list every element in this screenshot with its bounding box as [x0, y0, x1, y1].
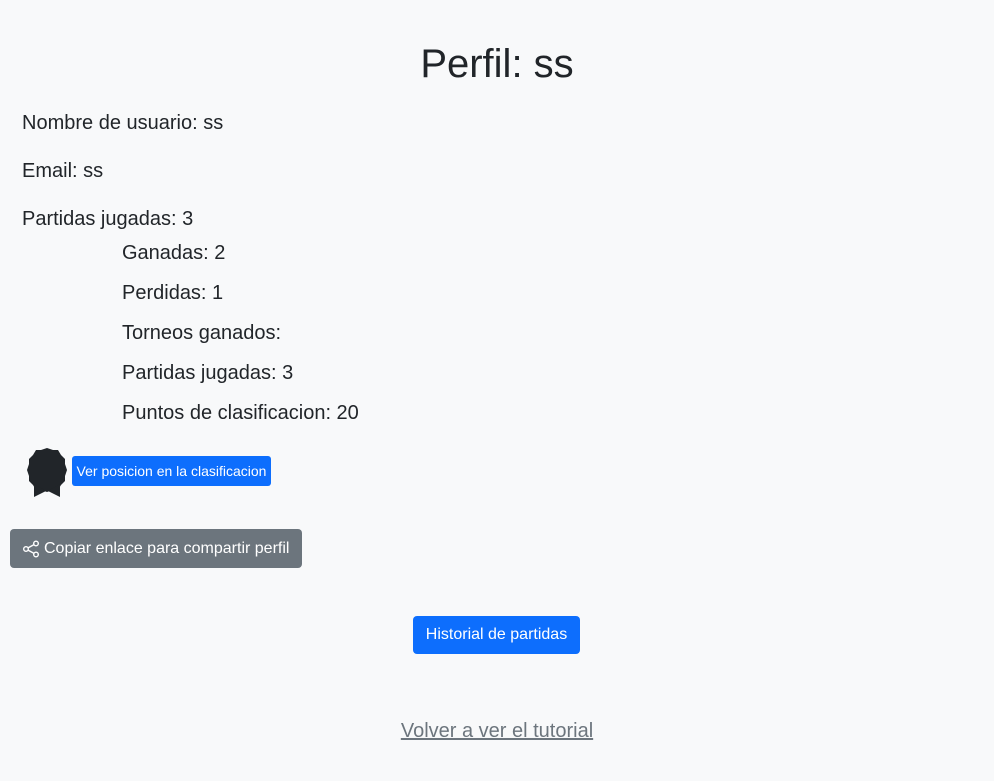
share-icon	[23, 540, 39, 557]
tutorial-link[interactable]: Volver a ver el tutorial	[401, 720, 593, 742]
award-badge-icon	[26, 446, 68, 498]
stat-lost: Perdidas: 1	[122, 282, 224, 304]
page-title: Perfil: ss	[420, 42, 574, 86]
match-history-button[interactable]: Historial de partidas	[413, 616, 580, 654]
stat-won: Ganadas: 2	[122, 242, 226, 264]
username-line: Nombre de usuario: ss	[22, 112, 224, 134]
email-line: Email: ss	[22, 160, 104, 182]
view-ranking-button[interactable]: Ver posicion en la clasificacion	[72, 456, 271, 486]
games-played-line: Partidas jugadas: 3	[22, 208, 194, 230]
stat-games-played: Partidas jugadas: 3	[122, 362, 294, 384]
share-profile-button[interactable]: Copiar enlace para compartir perfil	[10, 529, 302, 568]
tutorial-link-container: Volver a ver el tutorial	[0, 718, 994, 744]
stat-tournaments-won: Torneos ganados:	[122, 322, 282, 344]
stat-ranking-points: Puntos de clasificacion: 20	[122, 402, 359, 424]
share-profile-label: Copiar enlace para compartir perfil	[44, 539, 290, 557]
